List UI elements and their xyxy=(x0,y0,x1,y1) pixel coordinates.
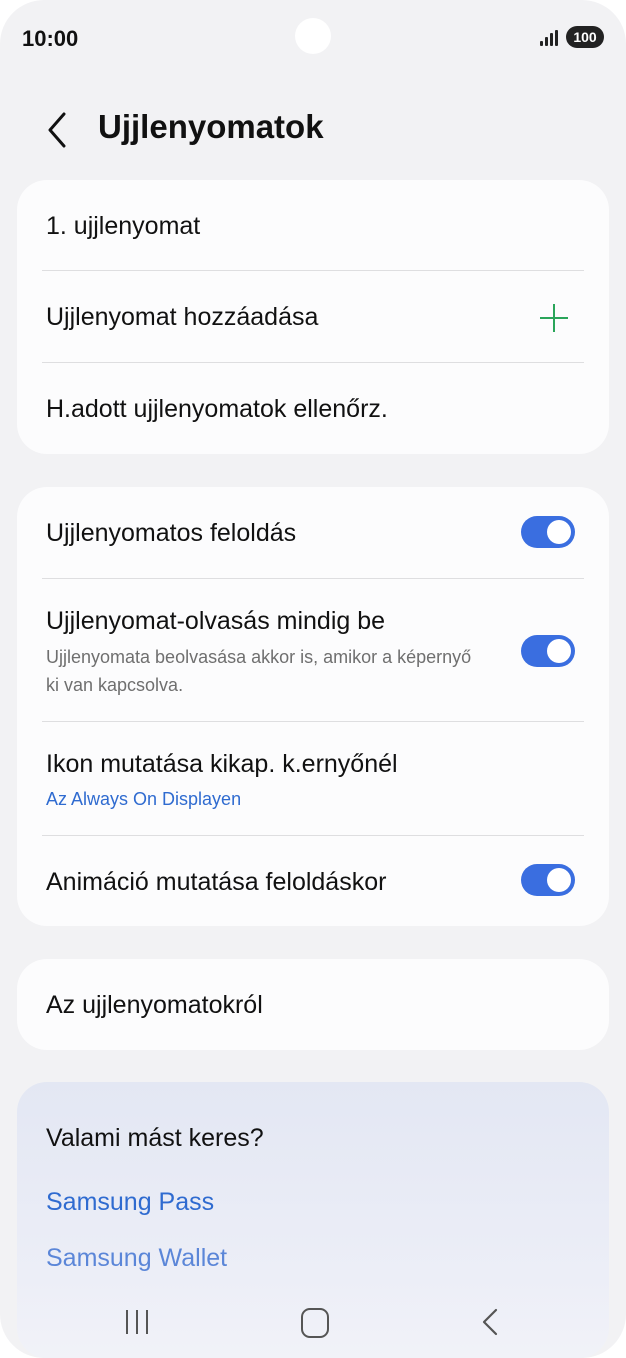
home-icon[interactable] xyxy=(301,1308,329,1338)
always-on-sensor-description: Ujjlenyomata beolvasása akkor is, amikor… xyxy=(46,647,472,695)
page-title: Ujjlenyomatok xyxy=(98,108,324,145)
add-fingerprint-label: Ujjlenyomat hozzáadása xyxy=(46,303,319,331)
unlock-animation-item[interactable]: Animáció mutatása feloldáskor xyxy=(17,836,609,926)
back-icon[interactable] xyxy=(478,1306,502,1338)
unlock-animation-label: Animáció mutatása feloldáskor xyxy=(46,868,387,896)
unlock-animation-toggle[interactable] xyxy=(521,864,575,896)
fingerprint-1-label: 1. ujjlenyomat xyxy=(46,212,201,240)
always-on-sensor-item[interactable]: Ujjlenyomat-olvasás mindig be Ujjlenyoma… xyxy=(17,579,609,721)
add-fingerprint-item[interactable]: Ujjlenyomat hozzáadása xyxy=(17,271,609,363)
plus-icon xyxy=(538,302,570,334)
settings-card: Ujjlenyomatos feloldás Ujjlenyomat-olvas… xyxy=(17,487,609,926)
fingerprint-unlock-toggle[interactable] xyxy=(521,516,575,548)
fingerprint-unlock-item[interactable]: Ujjlenyomatos feloldás xyxy=(17,487,609,579)
page-header: Ujjlenyomatok xyxy=(0,100,626,160)
show-icon-screen-off-label: Ikon mutatása kikap. k.ernyőnél xyxy=(46,750,398,778)
status-time: 10:00 xyxy=(22,26,79,51)
show-icon-screen-off-item[interactable]: Ikon mutatása kikap. k.ernyőnél Az Alway… xyxy=(17,722,609,835)
phone-screen: 10:00 100 Ujjlenyomatok 1. ujjlenyomat U… xyxy=(0,0,626,1358)
back-button[interactable] xyxy=(38,108,78,152)
about-card[interactable]: Az ujjlenyomatokról xyxy=(17,959,609,1050)
chevron-left-icon xyxy=(48,112,66,148)
fingerprint-1-item[interactable]: 1. ujjlenyomat xyxy=(17,180,609,271)
battery-icon: 100 xyxy=(566,26,604,48)
fingerprints-card: 1. ujjlenyomat Ujjlenyomat hozzáadása H.… xyxy=(17,180,609,454)
always-on-sensor-label: Ujjlenyomat-olvasás mindig be xyxy=(46,607,386,635)
check-fingerprints-label: H.adott ujjlenyomatok ellenőrz. xyxy=(46,395,388,423)
recent-apps-icon[interactable] xyxy=(126,1310,154,1336)
samsung-pass-link[interactable]: Samsung Pass xyxy=(46,1188,214,1217)
about-fingerprints-label: Az ujjlenyomatokról xyxy=(46,991,263,1019)
navigation-bar xyxy=(0,1290,626,1358)
fingerprint-unlock-label: Ujjlenyomatos feloldás xyxy=(46,519,297,547)
suggestions-title: Valami mást keres? xyxy=(46,1124,264,1152)
samsung-wallet-link[interactable]: Samsung Wallet xyxy=(46,1244,227,1273)
check-fingerprints-item[interactable]: H.adott ujjlenyomatok ellenőrz. xyxy=(17,363,609,454)
camera-cutout xyxy=(295,18,331,54)
always-on-sensor-toggle[interactable] xyxy=(521,635,575,667)
signal-icon xyxy=(540,30,562,46)
status-bar: 10:00 100 xyxy=(0,0,626,78)
show-icon-screen-off-value: Az Always On Displayen xyxy=(46,789,242,809)
